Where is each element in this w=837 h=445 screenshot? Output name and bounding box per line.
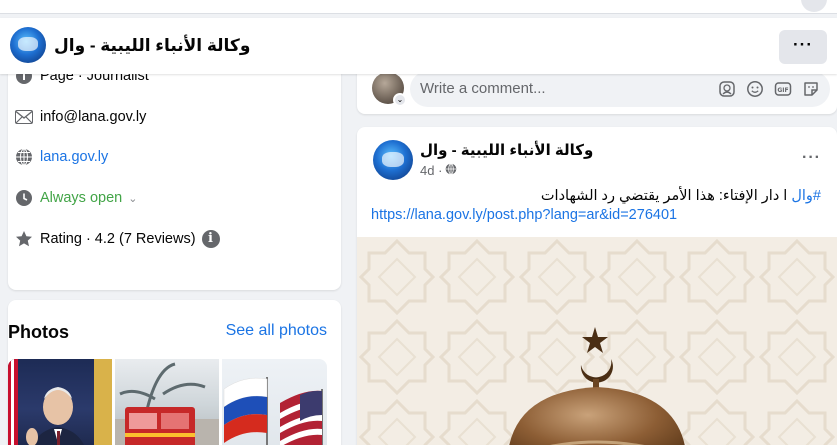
chevron-down-icon[interactable]: ⌄ bbox=[393, 93, 407, 107]
clock-icon bbox=[8, 189, 40, 207]
post-url-link[interactable]: https://lana.gov.ly/post.php?lang=ar&id=… bbox=[371, 207, 677, 223]
intro-hours[interactable]: Always open bbox=[40, 190, 122, 206]
post-author-avatar[interactable] bbox=[373, 140, 413, 180]
globe-icon bbox=[8, 148, 40, 166]
intro-rating[interactable]: Rating · 4.2 (7 Reviews) bbox=[40, 231, 196, 247]
user-avatar[interactable]: ⌄ bbox=[372, 72, 407, 107]
star-icon bbox=[8, 230, 40, 248]
post-text: #وال ا دار الإفتاء: هذا الأمر يقتضي رد ا… bbox=[541, 188, 821, 204]
emoji-icon[interactable] bbox=[746, 80, 764, 103]
see-all-photos-link[interactable]: See all photos bbox=[226, 322, 327, 340]
globe-audience-icon bbox=[445, 163, 457, 178]
avatar-sticker-icon[interactable] bbox=[718, 80, 736, 103]
post-meta: 4d · bbox=[420, 163, 457, 178]
sticker-icon[interactable] bbox=[802, 80, 820, 103]
comment-input[interactable]: Write a comment... GIF bbox=[410, 71, 830, 107]
photo-thumbnail[interactable] bbox=[115, 359, 219, 445]
photo-thumbnail[interactable] bbox=[222, 359, 327, 445]
post-timestamp[interactable]: 4d · bbox=[420, 163, 442, 178]
intro-hours-row[interactable]: Always open ⌄ bbox=[8, 187, 137, 209]
chevron-down-icon[interactable]: ⌄ bbox=[128, 192, 137, 205]
post-card: وكالة الأنباء الليبية - وال 4d · ··· #وا… bbox=[357, 127, 837, 445]
post-hashtag[interactable]: #وال bbox=[791, 188, 821, 204]
post-image[interactable] bbox=[357, 237, 837, 445]
intro-card: Page · Journalist info@lana.gov.ly lana.… bbox=[8, 54, 341, 290]
intro-email[interactable]: info@lana.gov.ly bbox=[40, 109, 146, 125]
comment-tools: GIF bbox=[718, 80, 820, 103]
info-icon[interactable]: i bbox=[201, 230, 220, 248]
photos-card: Photos See all photos bbox=[8, 300, 341, 445]
photo-thumbnail[interactable] bbox=[8, 359, 112, 445]
gif-icon[interactable]: GIF bbox=[774, 80, 792, 103]
post-more-button[interactable]: ··· bbox=[802, 149, 821, 167]
page-avatar[interactable] bbox=[10, 27, 46, 63]
intro-website-link[interactable]: lana.gov.ly bbox=[40, 149, 108, 165]
envelope-icon bbox=[8, 110, 40, 124]
post-body: ا دار الإفتاء: هذا الأمر يقتضي رد الشهاد… bbox=[540, 188, 792, 204]
top-corner-button[interactable] bbox=[801, 0, 827, 12]
intro-rating-row: Rating · 4.2 (7 Reviews) i bbox=[8, 228, 220, 250]
page-name[interactable]: وكالة الأنباء الليبية - وال bbox=[54, 36, 250, 56]
comment-placeholder: Write a comment... bbox=[420, 80, 546, 97]
intro-email-row: info@lana.gov.ly bbox=[8, 106, 146, 128]
intro-website-row: lana.gov.ly bbox=[8, 146, 108, 168]
post-author-name[interactable]: وكالة الأنباء الليبية - وال bbox=[420, 141, 593, 159]
svg-text:GIF: GIF bbox=[777, 87, 788, 94]
photos-title: Photos bbox=[8, 322, 69, 342]
page-header: وكالة الأنباء الليبية - وال ··· bbox=[0, 18, 837, 74]
header-more-button[interactable]: ··· bbox=[779, 30, 827, 64]
top-strip bbox=[0, 0, 837, 14]
